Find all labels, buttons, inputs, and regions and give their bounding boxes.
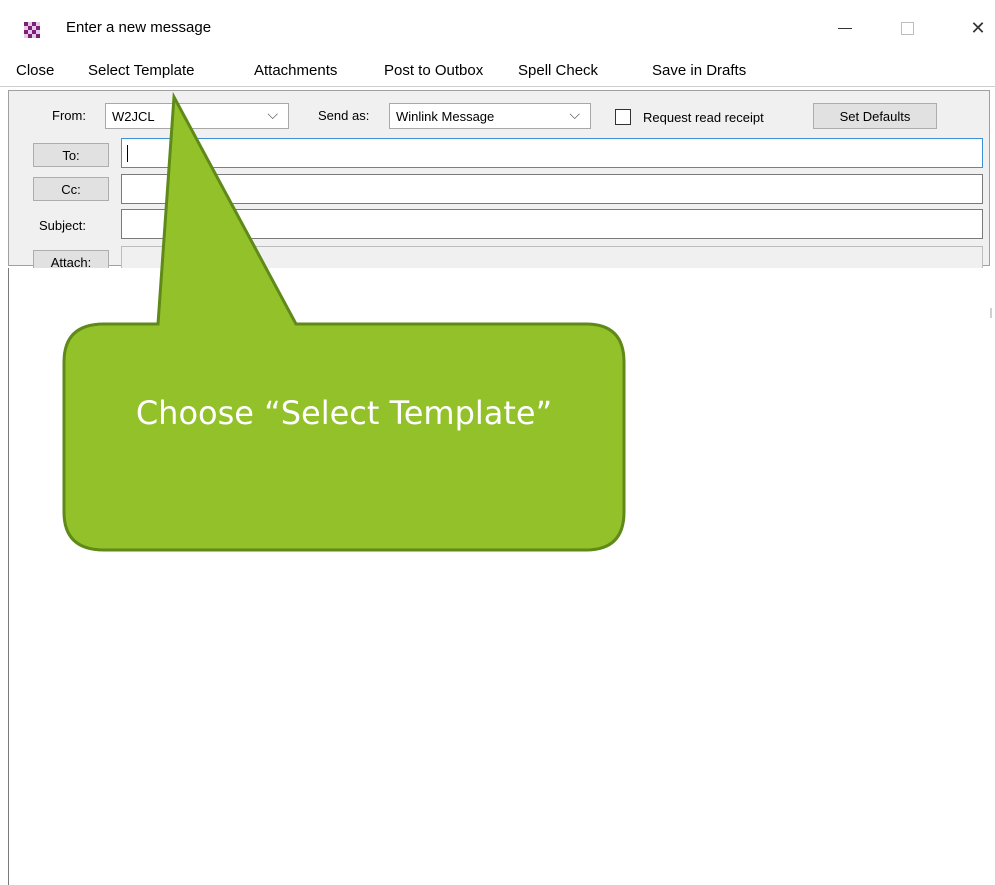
maximize-icon	[900, 21, 914, 35]
to-button[interactable]: To:	[33, 143, 109, 167]
send-as-value: Winlink Message	[396, 109, 495, 124]
menu-save-in-drafts[interactable]: Save in Drafts	[652, 62, 746, 79]
cc-field[interactable]	[121, 174, 983, 204]
subject-field[interactable]	[121, 209, 983, 239]
from-select[interactable]: W2JCL ⌵	[105, 103, 289, 129]
from-value: W2JCL	[112, 109, 155, 124]
send-as-select[interactable]: Winlink Message ⌵	[389, 103, 591, 129]
minimize-icon	[838, 27, 852, 29]
from-label: From:	[52, 108, 86, 123]
cc-button[interactable]: Cc:	[33, 177, 109, 201]
close-icon: ✕	[970, 17, 986, 38]
text-cursor	[127, 145, 128, 162]
menu-bar: Close Select Template Attachments Post t…	[0, 54, 995, 87]
menu-spell-check[interactable]: Spell Check	[518, 62, 598, 79]
menu-close[interactable]: Close	[16, 62, 54, 79]
compose-window: Enter a new message ✕ Close Select Templ…	[0, 0, 995, 885]
checkered-app-icon	[24, 22, 40, 38]
window-title: Enter a new message	[66, 19, 212, 36]
message-body-editor[interactable]	[8, 268, 989, 885]
subject-label: Subject:	[39, 218, 86, 233]
set-defaults-button[interactable]: Set Defaults	[813, 103, 937, 129]
callout-text: Choose “Select Template”	[135, 394, 553, 432]
send-as-label: Send as:	[318, 108, 370, 123]
read-receipt-label: Request read receipt	[643, 110, 764, 125]
to-field[interactable]	[121, 138, 983, 168]
menu-attachments[interactable]: Attachments	[254, 62, 337, 79]
chevron-down-icon: ⌵	[267, 106, 278, 122]
read-receipt-checkbox[interactable]	[615, 109, 631, 125]
message-header-panel: From: W2JCL ⌵ Send as: Winlink Message ⌵…	[8, 90, 990, 274]
chevron-down-icon: ⌵	[569, 106, 580, 122]
title-bar: Enter a new message ✕	[0, 0, 995, 54]
minimize-button[interactable]	[822, 8, 868, 48]
scrollbar[interactable]	[990, 308, 992, 318]
close-window-button[interactable]: ✕	[955, 8, 995, 48]
maximize-button[interactable]	[884, 8, 930, 48]
menu-post-to-outbox[interactable]: Post to Outbox	[384, 62, 483, 79]
menu-select-template[interactable]: Select Template	[88, 62, 194, 79]
